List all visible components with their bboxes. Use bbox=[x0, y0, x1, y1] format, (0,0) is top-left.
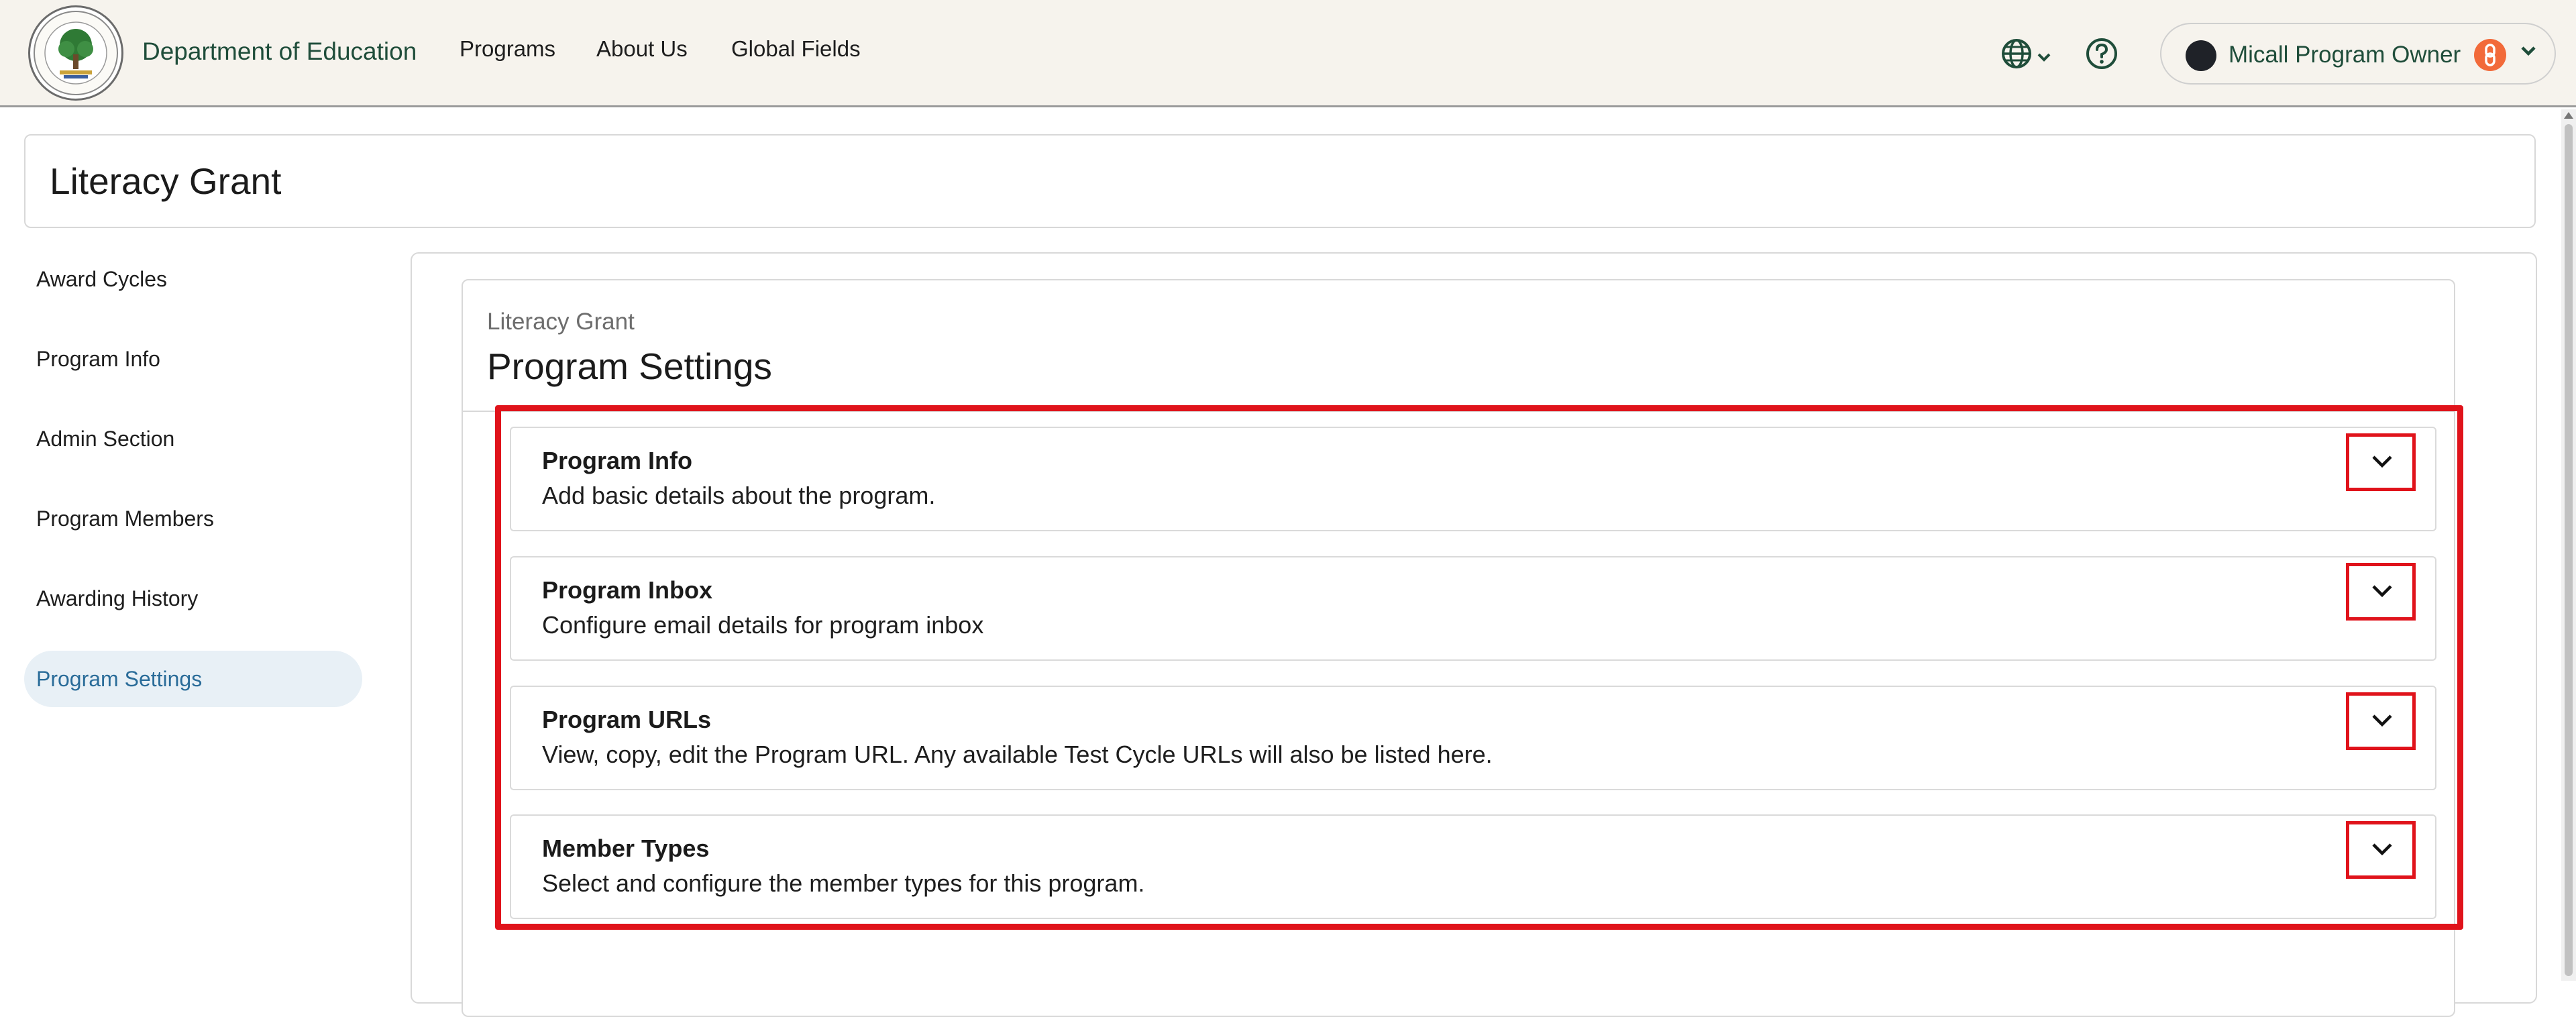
nav-programs[interactable]: Programs bbox=[460, 36, 555, 62]
accordion-description: Select and configure the member types fo… bbox=[542, 869, 1145, 897]
user-name: Micall Program Owner bbox=[2229, 42, 2461, 68]
sidebar-item-program-members[interactable]: Program Members bbox=[24, 490, 362, 547]
help-button[interactable] bbox=[2085, 37, 2118, 70]
expand-program-info-button[interactable] bbox=[2346, 433, 2416, 491]
accordion-description: Configure email details for program inbo… bbox=[542, 611, 984, 639]
expand-member-types-button[interactable] bbox=[2346, 821, 2416, 879]
accordion-title: Program Info bbox=[542, 447, 693, 474]
top-header: Department of Education Programs About U… bbox=[0, 0, 2576, 107]
sidebar-item-program-settings[interactable]: Program Settings bbox=[24, 651, 362, 707]
accordion-title: Member Types bbox=[542, 835, 710, 862]
accordion-description: View, copy, edit the Program URL. Any av… bbox=[542, 741, 1493, 768]
nav-about-us[interactable]: About Us bbox=[596, 36, 688, 62]
link-icon bbox=[2474, 39, 2506, 71]
language-selector[interactable] bbox=[2000, 38, 2054, 70]
accordion-description: Add basic details about the program. bbox=[542, 482, 936, 509]
section-title: Program Settings bbox=[487, 345, 772, 387]
nav-global-fields[interactable]: Global Fields bbox=[731, 36, 861, 62]
brand-name[interactable]: Department of Education bbox=[142, 38, 417, 66]
accordion-title: Program URLs bbox=[542, 706, 712, 733]
breadcrumb: Literacy Grant bbox=[487, 309, 635, 335]
scrollbar-thumb[interactable] bbox=[2565, 124, 2573, 976]
sidebar-item-award-cycles[interactable]: Award Cycles bbox=[24, 251, 362, 307]
sidebar-item-awarding-history[interactable]: Awarding History bbox=[24, 570, 362, 627]
page-scrollbar[interactable] bbox=[2561, 109, 2576, 981]
page-title: Literacy Grant bbox=[50, 160, 282, 202]
accordion-title: Program Inbox bbox=[542, 576, 713, 604]
chevron-down-icon bbox=[2520, 44, 2537, 61]
avatar bbox=[2186, 40, 2216, 71]
settings-header: Literacy Grant Program Settings bbox=[463, 280, 2454, 412]
help-circle-icon bbox=[2085, 38, 2118, 73]
department-seal-logo[interactable] bbox=[28, 5, 123, 101]
accordion-program-info[interactable]: Program Info Add basic details about the… bbox=[510, 427, 2436, 531]
expand-program-urls-button[interactable] bbox=[2346, 692, 2416, 750]
accordion-program-inbox[interactable]: Program Inbox Configure email details fo… bbox=[510, 556, 2436, 661]
accordion-program-urls[interactable]: Program URLs View, copy, edit the Progra… bbox=[510, 686, 2436, 790]
scroll-up-arrow-icon[interactable] bbox=[2564, 112, 2573, 119]
accordion-member-types[interactable]: Member Types Select and configure the me… bbox=[510, 814, 2436, 919]
program-title-card: Literacy Grant bbox=[24, 134, 2536, 228]
expand-program-inbox-button[interactable] bbox=[2346, 563, 2416, 621]
user-menu-button[interactable]: Micall Program Owner bbox=[2160, 23, 2556, 85]
sidebar-item-program-info[interactable]: Program Info bbox=[24, 331, 362, 387]
sidebar-item-admin-section[interactable]: Admin Section bbox=[24, 411, 362, 467]
